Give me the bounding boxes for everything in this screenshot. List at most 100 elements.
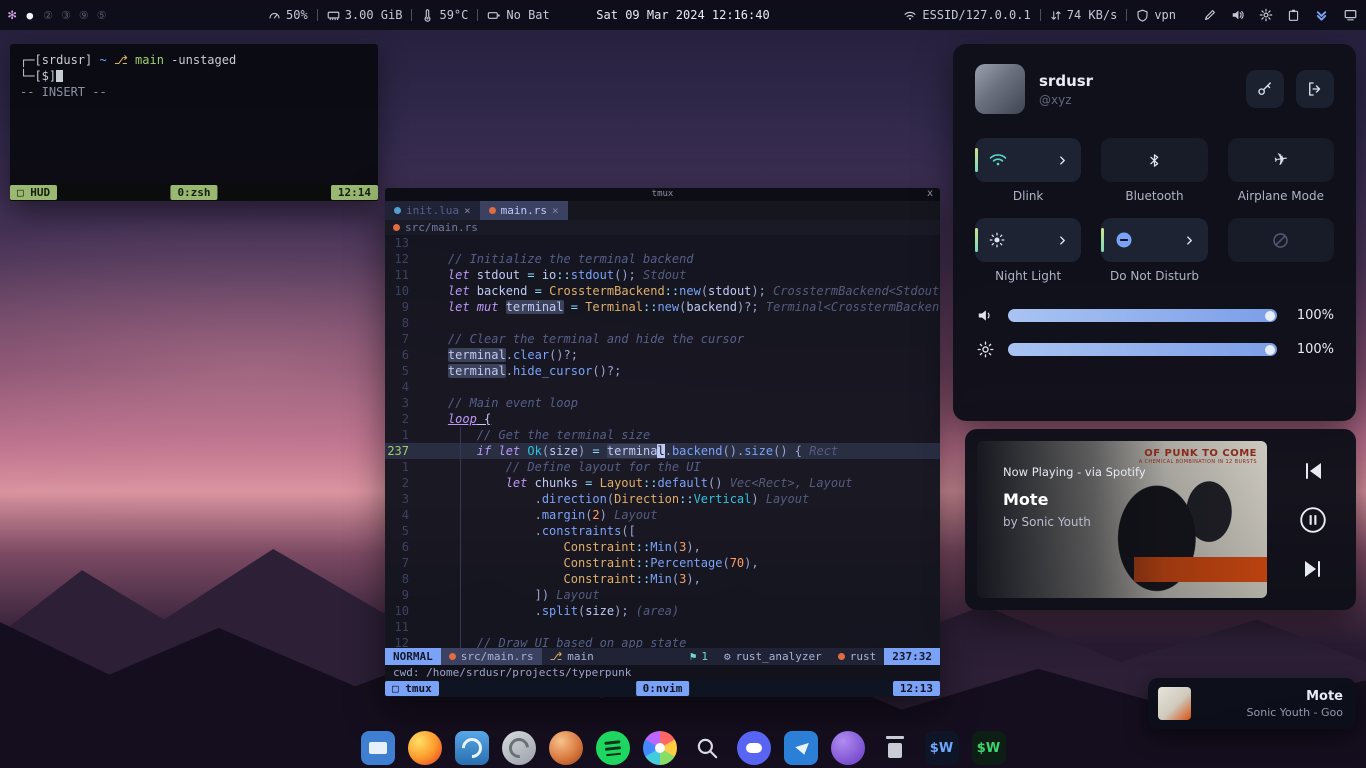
toggle-dlink[interactable] <box>975 138 1081 182</box>
code-line[interactable]: 237 if let Ok(size) = terminal.backend()… <box>385 443 940 459</box>
dock-orange-app-icon[interactable] <box>549 731 583 765</box>
dock-files-icon[interactable] <box>361 731 395 765</box>
editor-window[interactable]: tmux x init.lua × main.rs × src/main.rs … <box>385 188 940 697</box>
code-line[interactable]: 8 Constraint::Min(3), <box>385 571 940 587</box>
dock-trash-icon[interactable] <box>878 731 912 765</box>
line-number: 6 <box>385 539 419 555</box>
dock-discord-icon[interactable] <box>737 731 771 765</box>
dock-firefox-icon[interactable] <box>408 731 442 765</box>
toggle-blocked[interactable] <box>1228 218 1334 262</box>
cpu-module[interactable]: 50% <box>268 8 308 22</box>
workspace-item[interactable]: ⑨ <box>79 9 89 22</box>
slider-knob[interactable] <box>1265 345 1275 355</box>
code-line[interactable]: 7 Constraint::Percentage(70), <box>385 555 940 571</box>
code-line[interactable]: 9 let mut terminal = Terminal::new(backe… <box>385 299 940 315</box>
dock-photos-icon[interactable] <box>643 731 677 765</box>
close-icon[interactable]: × <box>552 204 559 217</box>
battery-module[interactable]: No Bat <box>487 8 549 22</box>
previous-track-button[interactable] <box>1301 459 1325 483</box>
dock-gray-swirl-icon[interactable] <box>502 731 536 765</box>
code-line[interactable]: 5 .constraints([ <box>385 523 940 539</box>
code-line[interactable]: 3 // Main event loop <box>385 395 940 411</box>
avatar[interactable] <box>975 64 1025 114</box>
line-number: 11 <box>385 267 419 283</box>
tmux-window-pill[interactable]: 0:nvim <box>636 681 690 696</box>
code-line[interactable]: 6 Constraint::Min(3), <box>385 539 940 555</box>
dnd-icon <box>1114 230 1134 250</box>
close-icon[interactable]: × <box>464 204 471 217</box>
clock-module[interactable]: Sat 09 Mar 2024 12:16:40 <box>596 8 769 22</box>
volume-slider[interactable] <box>1008 309 1277 322</box>
window-titlebar[interactable]: tmux x <box>385 188 940 201</box>
toggle-bluetooth[interactable] <box>1101 138 1207 182</box>
dock-spotify-icon[interactable] <box>596 731 630 765</box>
terminal-content[interactable]: ┌─[srdusr] ~ ⎇ main -unstaged └─[$] -- I… <box>10 44 378 184</box>
layout-monitor-icon[interactable] <box>1343 8 1358 22</box>
line-number: 9 <box>385 299 419 315</box>
notification-popup[interactable]: Mote Sonic Youth - Goo <box>1148 678 1356 729</box>
statusline-branch: ⎇ main <box>542 648 602 665</box>
pause-button[interactable] <box>1298 505 1328 535</box>
code-line[interactable]: 8 <box>385 315 940 331</box>
code-line[interactable]: 1 // Get the terminal size <box>385 427 940 443</box>
code-line[interactable]: 4 <box>385 379 940 395</box>
code-line[interactable]: 7 // Clear the terminal and hide the cur… <box>385 331 940 347</box>
toggle-airplane-mode[interactable]: ✈ <box>1228 138 1334 182</box>
code-line[interactable]: 1 // Define layout for the UI <box>385 459 940 475</box>
slider-knob[interactable] <box>1265 311 1275 321</box>
code-line[interactable]: 6 terminal.clear()?; <box>385 347 940 363</box>
next-track-button[interactable] <box>1301 557 1325 581</box>
dock-wallet-blue-icon[interactable]: $W <box>925 731 959 765</box>
temperature-module[interactable]: 59°C <box>421 8 468 22</box>
settings-gear-icon[interactable] <box>1259 8 1273 22</box>
code-line[interactable]: 9 ]) Layout <box>385 587 940 603</box>
workspace-item[interactable]: ⑤ <box>97 9 107 22</box>
workspace-active-dot[interactable]: ● <box>26 9 33 22</box>
dock-qutebrowser-icon[interactable] <box>455 731 489 765</box>
tab-main-rs[interactable]: main.rs × <box>480 201 568 220</box>
tmux-window-pill[interactable]: 0:zsh <box>170 185 217 200</box>
launcher-icon[interactable]: ✻ <box>8 7 16 23</box>
notification-album-thumb <box>1158 687 1191 720</box>
clipboard-icon[interactable] <box>1287 8 1300 22</box>
code-line[interactable]: 3 .direction(Direction::Vertical) Layout <box>385 491 940 507</box>
workspace-item[interactable]: ③ <box>61 9 71 22</box>
code-line[interactable]: 12 // Initialize the terminal backend <box>385 251 940 267</box>
code-line[interactable]: 10 .split(size); (area) <box>385 603 940 619</box>
dock-wallet-green-icon[interactable]: $W <box>972 731 1006 765</box>
code-line[interactable]: 2 loop { <box>385 411 940 427</box>
code-line[interactable]: 2 let chunks = Layout::default() Vec<Rec… <box>385 475 940 491</box>
dock-purple-app-icon[interactable] <box>831 731 865 765</box>
code-line[interactable]: 11 <box>385 619 940 635</box>
cpu-gauge-icon <box>268 9 281 22</box>
terminal-window[interactable]: ┌─[srdusr] ~ ⎇ main -unstaged └─[$] -- I… <box>10 44 378 201</box>
keys-button[interactable] <box>1246 70 1284 108</box>
album-art[interactable]: OF PUNK TO COME A CHEMICAL BOMBINATION I… <box>977 441 1267 598</box>
logout-icon <box>1306 80 1324 98</box>
code-line[interactable]: 4 .margin(2) Layout <box>385 507 940 523</box>
close-button[interactable]: x <box>927 188 933 199</box>
tmux-session-pill[interactable]: □ HUD <box>10 185 57 200</box>
code-area[interactable]: 1312 // Initialize the terminal backend1… <box>385 235 940 648</box>
tab-init-lua[interactable]: init.lua × <box>385 201 480 220</box>
brightness-slider[interactable] <box>1008 343 1277 356</box>
network-speed-module[interactable]: 74 KB/s <box>1050 8 1118 22</box>
speaker-icon[interactable] <box>1231 8 1245 22</box>
toggle-night-light[interactable] <box>975 218 1081 262</box>
dock-magnifier-icon[interactable] <box>690 731 724 765</box>
tmux-session-pill[interactable]: □ tmux <box>385 681 439 696</box>
code-line[interactable]: 10 let backend = CrosstermBackend::new(s… <box>385 283 940 299</box>
code-line[interactable]: 11 let stdout = io::stdout(); Stdout <box>385 267 940 283</box>
workspace-item[interactable]: ② <box>43 9 53 22</box>
memory-module[interactable]: 3.00 GiB <box>327 8 403 22</box>
chevron-double-down-icon[interactable] <box>1314 8 1329 23</box>
code-line[interactable]: 12 // Draw UI based on app state <box>385 635 940 648</box>
toggle-do-not-disturb[interactable] <box>1101 218 1207 262</box>
code-line[interactable]: 13 <box>385 235 940 251</box>
network-module[interactable]: ESSID/127.0.0.1 <box>903 8 1030 22</box>
brush-icon[interactable] <box>1203 8 1217 22</box>
dock-vscode-icon[interactable] <box>784 731 818 765</box>
code-line[interactable]: 5 terminal.hide_cursor()?; <box>385 363 940 379</box>
vpn-module[interactable]: vpn <box>1136 8 1176 22</box>
logout-button[interactable] <box>1296 70 1334 108</box>
